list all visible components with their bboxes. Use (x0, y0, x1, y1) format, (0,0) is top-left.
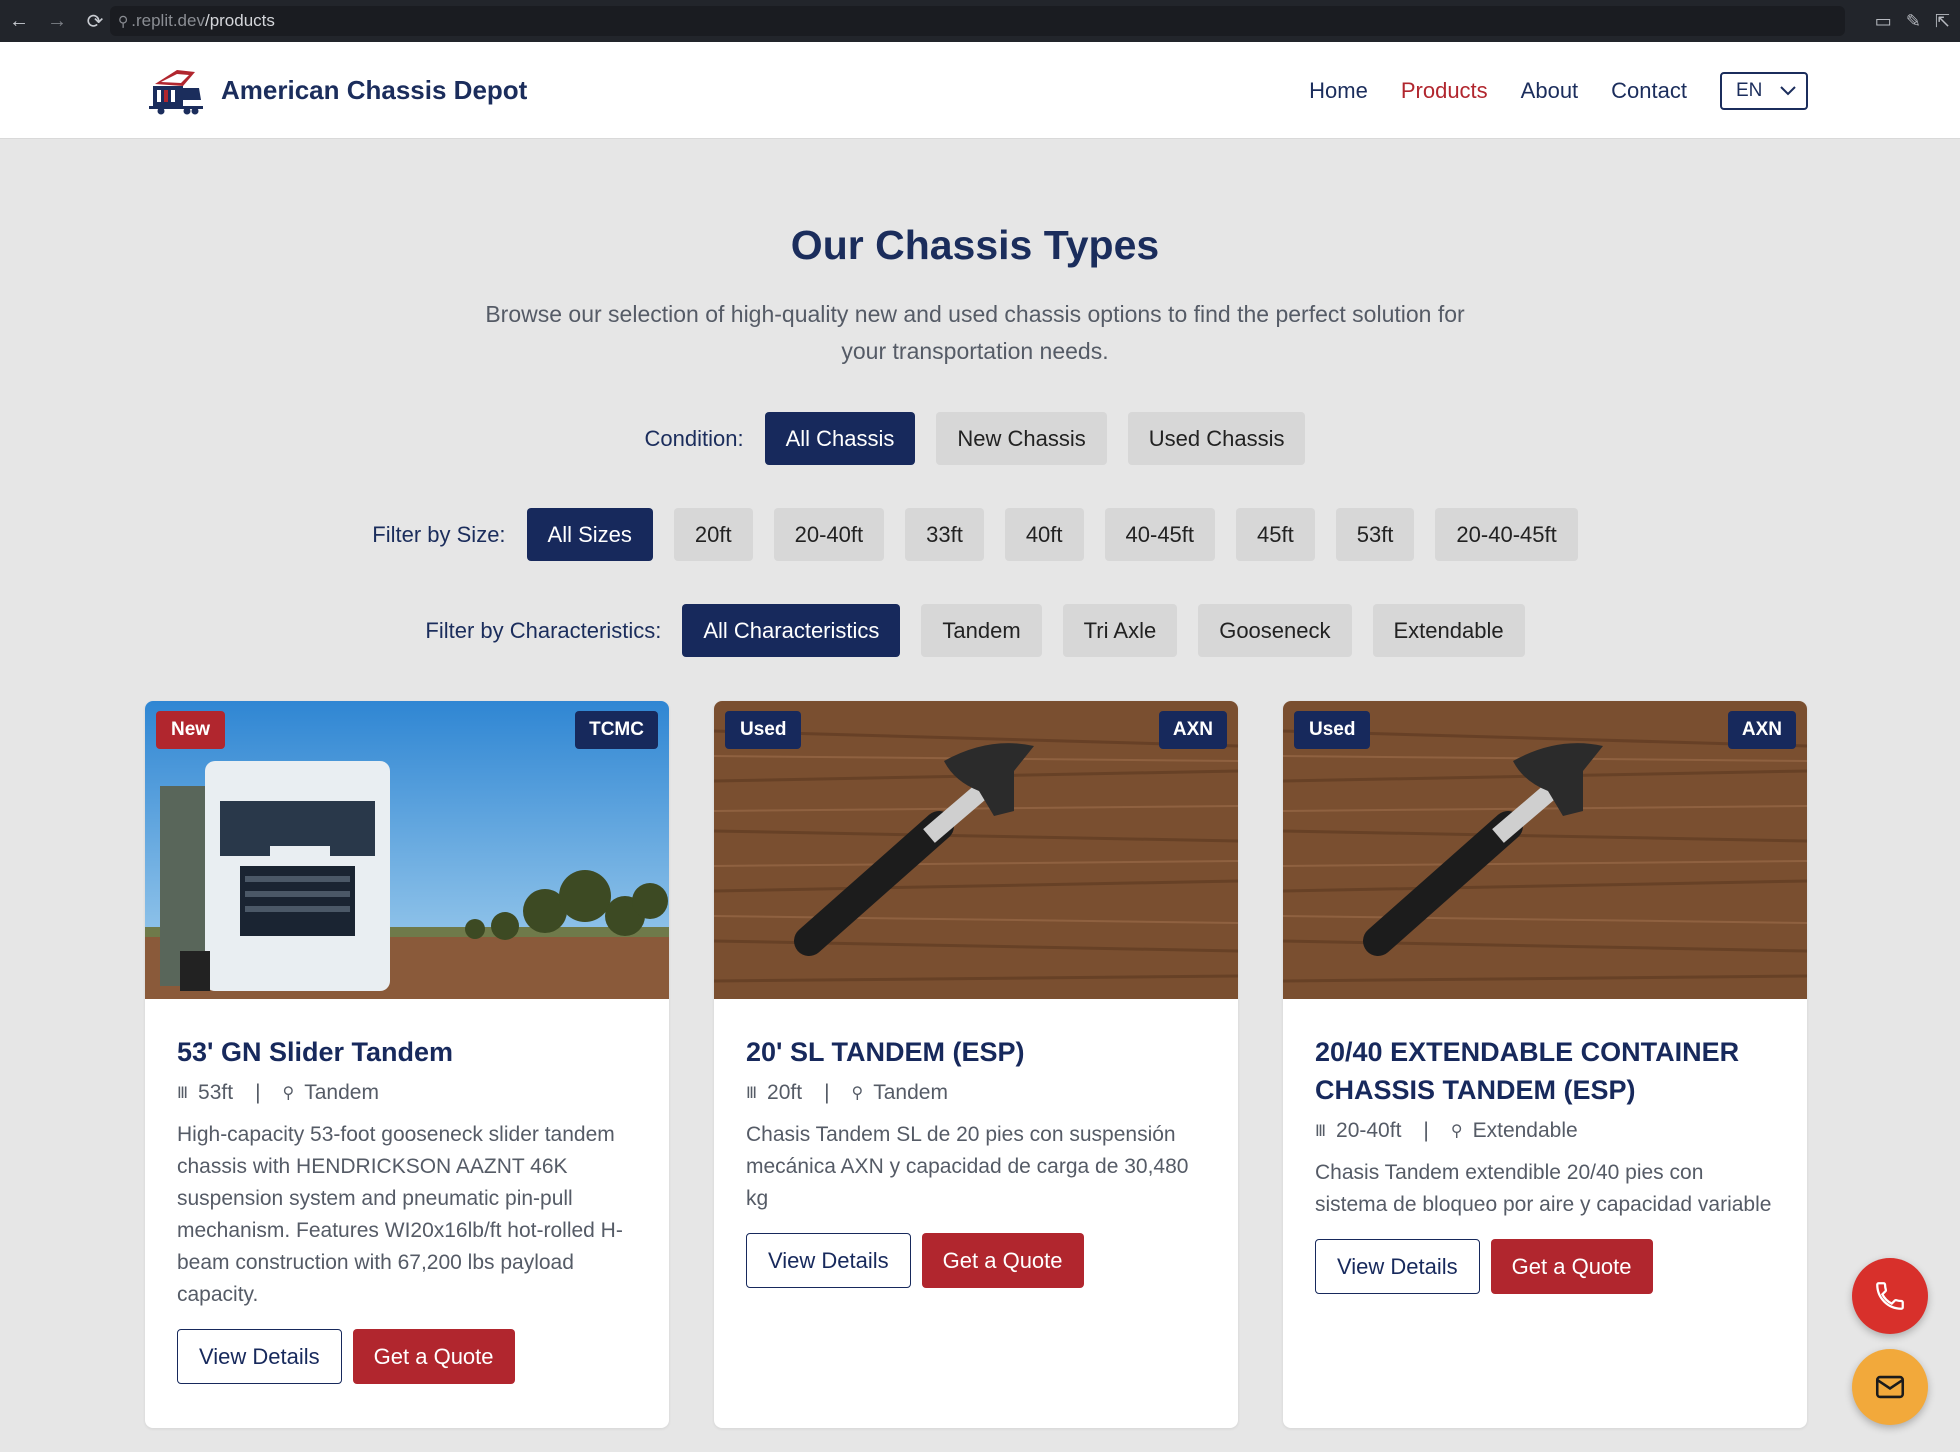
condition-badge: New (156, 711, 226, 749)
brand-badge: TCMC (575, 711, 658, 749)
filter-size-53ft[interactable]: 53ft (1335, 508, 1415, 561)
browser-toolbar: ← → ⟳ ⚲ .replit.dev /products ▭ ✎ ⇱ (0, 0, 1960, 42)
product-card: New TCMC 53' GN Slider Tandem Ⅲ 53ft | ⚲… (145, 701, 669, 1428)
brand-badge: AXN (1727, 711, 1796, 749)
url-host: .replit.dev (131, 11, 205, 30)
view-details-button[interactable]: View Details (1315, 1239, 1480, 1294)
brand-badge: AXN (1158, 711, 1227, 749)
address-bar[interactable]: ⚲ .replit.dev /products (110, 6, 1845, 36)
product-title[interactable]: 20/40 EXTENDABLE CONTAINER CHASSIS TANDE… (1315, 1033, 1775, 1109)
condition-filter: Condition: All Chassis New Chassis Used … (0, 412, 1950, 465)
view-details-button[interactable]: View Details (177, 1329, 342, 1384)
filter-char-extendable[interactable]: Extendable (1372, 604, 1525, 657)
product-title[interactable]: 20' SL TANDEM (ESP) (746, 1033, 1206, 1071)
product-description: Chasis Tandem extendible 20/40 pies con … (1315, 1161, 1772, 1216)
product-title[interactable]: 53' GN Slider Tandem (177, 1033, 637, 1071)
product-size: 20-40ft (1336, 1119, 1402, 1142)
filter-size-40-45ft[interactable]: 40-45ft (1104, 508, 1216, 561)
nav-contact[interactable]: Contact (1611, 78, 1687, 104)
product-card: Used AXN 20' SL TANDEM (ESP) Ⅲ 20ft | ⚲ … (714, 701, 1238, 1428)
wrench-icon[interactable]: ✎ (1906, 11, 1921, 32)
filter-size-45ft[interactable]: 45ft (1236, 508, 1315, 561)
brand-name: American Chassis Depot (221, 74, 528, 105)
product-type: Tandem (873, 1081, 948, 1104)
filter-size-all[interactable]: All Sizes (526, 508, 653, 561)
condition-badge: Used (1294, 711, 1371, 749)
product-type: Tandem (304, 1081, 379, 1104)
devices-icon[interactable]: ▭ (1875, 11, 1892, 32)
chevron-down-icon (1780, 86, 1796, 96)
axle-icon: ⚲ (851, 1085, 864, 1102)
filter-size-20-40ft[interactable]: 20-40ft (773, 508, 885, 561)
filter-char-tri-axle[interactable]: Tri Axle (1062, 604, 1178, 657)
product-description: Chasis Tandem SL de 20 pies con suspensi… (746, 1123, 1189, 1210)
ruler-icon: Ⅲ (746, 1085, 758, 1102)
url-path: /products (204, 11, 275, 30)
filter-size-20ft[interactable]: 20ft (673, 508, 753, 561)
main-nav: Home Products About Contact EN (1309, 72, 1808, 110)
product-image-truck[interactable]: New TCMC (145, 701, 669, 999)
product-meta: Ⅲ 53ft | ⚲ Tandem (177, 1081, 637, 1105)
forward-arrow-icon[interactable]: → (38, 0, 76, 42)
product-image-hammer[interactable]: Used AXN (714, 701, 1238, 999)
open-external-icon[interactable]: ⇱ (1935, 11, 1950, 32)
condition-label: Condition: (644, 425, 744, 451)
back-arrow-icon[interactable]: ← (0, 0, 38, 42)
reload-icon[interactable]: ⟳ (76, 0, 114, 42)
nav-products[interactable]: Products (1401, 78, 1488, 104)
product-description: High-capacity 53-foot gooseneck slider t… (177, 1123, 623, 1306)
view-details-button[interactable]: View Details (746, 1233, 911, 1288)
size-label: Filter by Size: (372, 521, 506, 547)
get-quote-button[interactable]: Get a Quote (352, 1329, 515, 1384)
condition-badge: Used (725, 711, 802, 749)
page-title: Our Chassis Types (790, 222, 1160, 268)
size-filter: Filter by Size: All Sizes 20ft 20-40ft 3… (0, 508, 1950, 561)
call-button[interactable] (1852, 1258, 1928, 1334)
nav-about[interactable]: About (1521, 78, 1579, 104)
filter-char-all[interactable]: All Characteristics (682, 604, 901, 657)
language-value: EN (1736, 80, 1763, 101)
characteristics-label: Filter by Characteristics: (425, 617, 662, 643)
chassis-logo-icon (149, 70, 203, 115)
axle-icon: ⚲ (282, 1085, 295, 1102)
filter-used-chassis[interactable]: Used Chassis (1127, 412, 1306, 465)
product-meta: Ⅲ 20-40ft | ⚲ Extendable (1315, 1119, 1775, 1143)
get-quote-button[interactable]: Get a Quote (1490, 1239, 1653, 1294)
filter-size-33ft[interactable]: 33ft (905, 508, 984, 561)
axle-icon: ⚲ (1450, 1123, 1463, 1140)
get-quote-button[interactable]: Get a Quote (921, 1233, 1084, 1288)
filter-size-40ft[interactable]: 40ft (1004, 508, 1084, 561)
filter-new-chassis[interactable]: New Chassis (936, 412, 1107, 465)
site-header: American Chassis Depot Home Products Abo… (0, 42, 1960, 139)
meta-divider: | (1423, 1119, 1429, 1142)
product-meta: Ⅲ 20ft | ⚲ Tandem (746, 1081, 1206, 1105)
mail-icon (1875, 1375, 1905, 1399)
meta-divider: | (824, 1081, 830, 1104)
product-type: Extendable (1472, 1119, 1578, 1142)
product-size: 20ft (767, 1081, 803, 1104)
filter-char-gooseneck[interactable]: Gooseneck (1198, 604, 1352, 657)
brand[interactable]: American Chassis Depot (147, 64, 527, 116)
product-card: Used AXN 20/40 EXTENDABLE CONTAINER CHAS… (1283, 701, 1807, 1428)
page-subtitle: Browse our selection of high-quality new… (485, 301, 1465, 364)
product-size: 53ft (198, 1081, 234, 1104)
email-button[interactable] (1852, 1349, 1928, 1425)
phone-icon (1876, 1282, 1904, 1310)
product-image-hammer[interactable]: Used AXN (1283, 701, 1807, 999)
filter-char-tandem[interactable]: Tandem (921, 604, 1042, 657)
characteristics-filter: Filter by Characteristics: All Character… (0, 604, 1950, 657)
filter-all-chassis[interactable]: All Chassis (764, 412, 916, 465)
link-icon: ⚲ (118, 12, 129, 29)
nav-home[interactable]: Home (1309, 78, 1368, 104)
language-select[interactable]: EN (1720, 72, 1808, 110)
ruler-icon: Ⅲ (1315, 1123, 1327, 1140)
ruler-icon: Ⅲ (177, 1085, 189, 1102)
meta-divider: | (255, 1081, 261, 1104)
filter-size-20-40-45ft[interactable]: 20-40-45ft (1435, 508, 1578, 561)
